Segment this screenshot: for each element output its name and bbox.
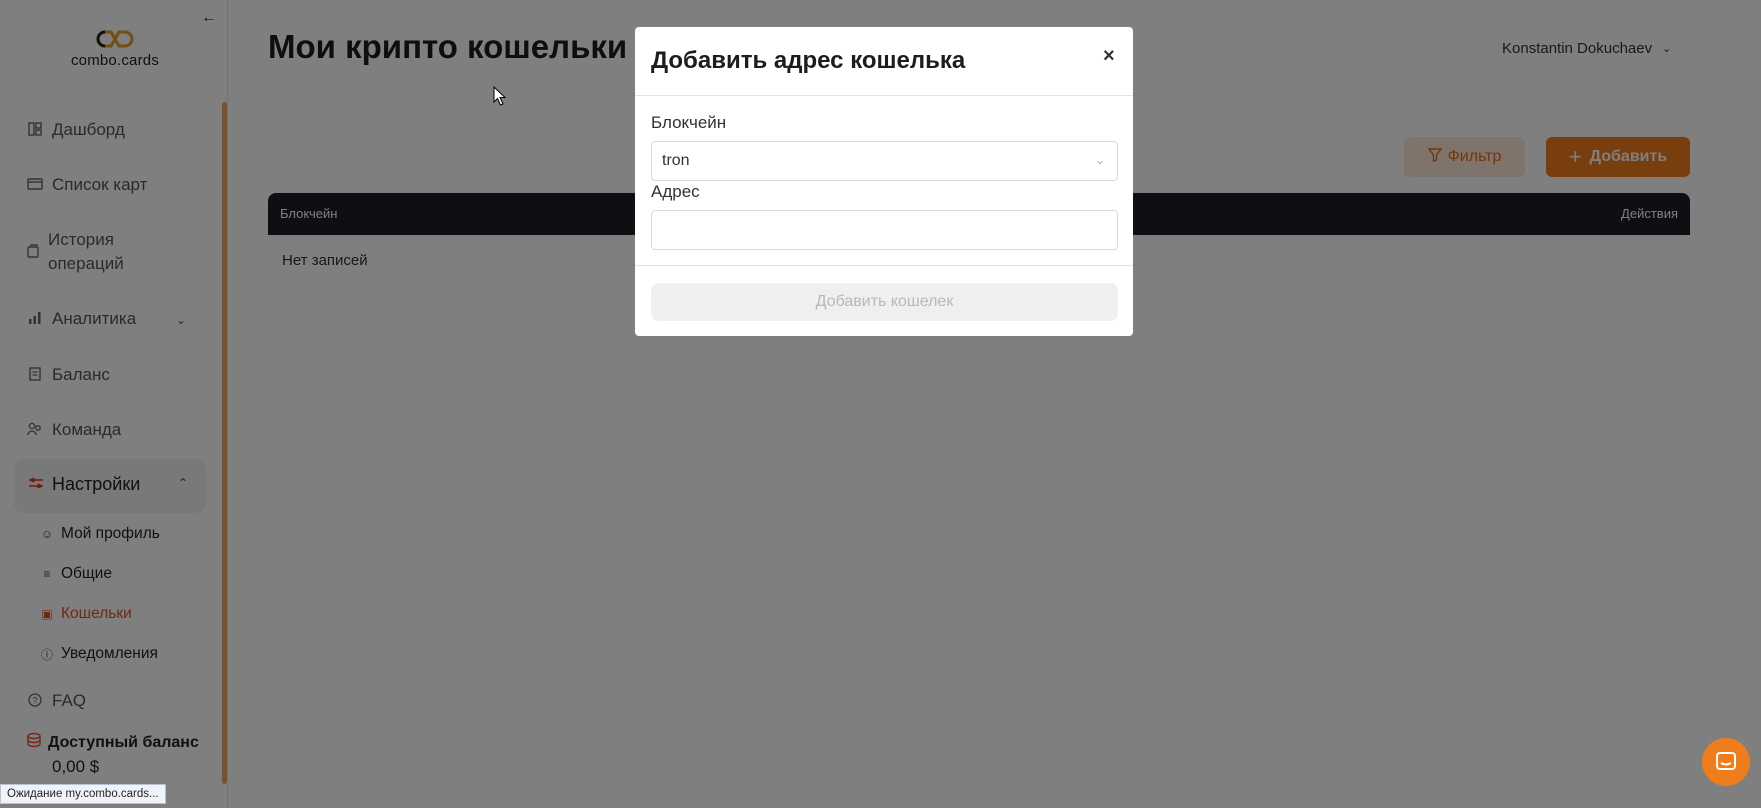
add-wallet-submit-button[interactable]: Добавить кошелек: [651, 283, 1118, 321]
close-icon[interactable]: ×: [1103, 45, 1115, 68]
address-label: Адрес: [651, 182, 700, 201]
address-input[interactable]: [651, 210, 1118, 250]
browser-status-tooltip: Ожидание my.combo.cards...: [0, 784, 166, 804]
divider: [635, 265, 1133, 266]
chevron-down-icon: ⌄: [1094, 153, 1105, 167]
blockchain-label: Блокчейн: [651, 113, 727, 132]
mouse-cursor-icon: [493, 86, 507, 106]
modal-title: Добавить адрес кошелька: [651, 47, 966, 74]
chat-widget-button[interactable]: [1702, 738, 1750, 786]
add-wallet-modal: Добавить адрес кошелька × Блокчейн tron …: [635, 27, 1133, 336]
blockchain-selected-value: tron: [662, 152, 690, 169]
chat-icon: [1716, 752, 1736, 770]
divider: [635, 95, 1133, 96]
blockchain-select[interactable]: tron ⌄: [651, 141, 1118, 181]
